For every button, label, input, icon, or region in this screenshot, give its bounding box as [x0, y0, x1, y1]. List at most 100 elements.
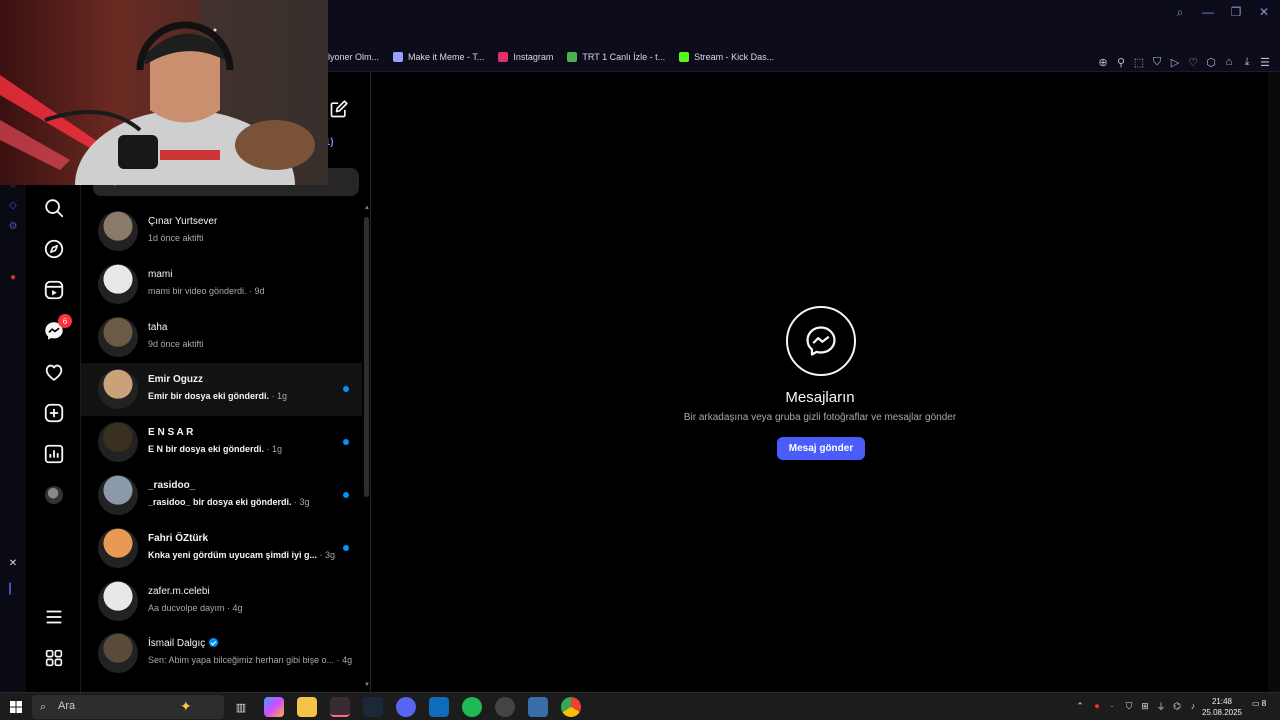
bookmark-item[interactable]: TRT 1 Canlı İzle - t...: [567, 52, 665, 62]
heart-icon[interactable]: ♡: [1186, 54, 1200, 70]
spotify-icon[interactable]: [462, 697, 482, 717]
conversation-preview-text: Knka yeni gördüm uyucam şimdi iyi g...: [148, 549, 318, 560]
sidebar-settings-icon[interactable]: ⚙: [6, 219, 20, 233]
conversation-name: zafer.m.celebi: [148, 586, 210, 597]
browser-app-icon[interactable]: [330, 697, 350, 717]
nav-dashboard[interactable]: [41, 441, 67, 467]
chrome-icon[interactable]: [561, 697, 581, 717]
play-icon[interactable]: ▷: [1168, 54, 1182, 70]
download-icon[interactable]: ⤓: [1240, 54, 1254, 70]
profile-avatar[interactable]: [45, 486, 63, 504]
close-icon[interactable]: ✕: [1256, 4, 1272, 20]
conversation-name-text: taha: [148, 321, 168, 333]
cube-icon[interactable]: ⬡: [1204, 54, 1218, 70]
shield-icon[interactable]: ⛉: [1150, 54, 1164, 70]
conversation-name-text: İsmail Dalgıç: [148, 638, 206, 650]
bookmark-item[interactable]: ilyoner Olm...: [326, 52, 379, 62]
lock-icon[interactable]: ⌂: [1222, 54, 1236, 70]
wifi-icon[interactable]: ⌬: [1171, 700, 1183, 712]
maximize-icon[interactable]: ❐: [1228, 4, 1244, 20]
nav-search[interactable]: [41, 195, 67, 221]
conversation-item[interactable]: mami mami bir video gönderdi. · 9d: [81, 258, 362, 311]
steam-icon[interactable]: [363, 697, 383, 717]
file-explorer-icon[interactable]: [297, 697, 317, 717]
conversation-name-text: _rasidoo_: [148, 479, 196, 491]
pin-icon[interactable]: ⚲: [1114, 54, 1128, 70]
nav-notifications[interactable]: [41, 359, 67, 385]
sidebar-puzzle-icon[interactable]: ◇: [6, 198, 20, 212]
tray-shield-icon[interactable]: ⛉: [1123, 700, 1135, 712]
send-message-button[interactable]: Mesaj gönder: [777, 437, 865, 460]
conversation-name-text: E N S A R: [148, 427, 194, 439]
conversation-list: Çınar Yurtsever 1d önce aktifti mami mami b…: [81, 205, 362, 692]
scroll-down-icon[interactable]: ▼: [364, 682, 370, 688]
sparkle-icon: ✦: [180, 698, 192, 714]
bookmark-item[interactable]: Instagram: [498, 52, 553, 62]
nav-more[interactable]: [41, 604, 67, 630]
webcam-overlay: [0, 0, 328, 185]
search-icon[interactable]: ⌕: [1172, 4, 1188, 20]
microphone-icon[interactable]: ⏚: [1155, 700, 1167, 712]
copilot-icon[interactable]: [264, 697, 284, 717]
windows-start-icon[interactable]: [10, 701, 22, 713]
conversation-name: Emir Oguzz: [148, 374, 203, 385]
bookmark-item[interactable]: Make it Meme - T...: [393, 52, 484, 62]
nav-messages[interactable]: 6: [41, 314, 72, 344]
conversation-time: · 4g: [334, 655, 353, 666]
notification-center[interactable]: ▭ 8: [1252, 699, 1268, 713]
unread-dot: [343, 386, 349, 393]
taskbar-date: 25.08.2025: [1201, 708, 1243, 717]
taskbar-search[interactable]: Ara: [32, 695, 224, 719]
scroll-thumb[interactable]: [364, 217, 369, 497]
conversation-preview: Emir bir dosya eki gönderdi. · 1g: [148, 391, 287, 401]
conversation-item[interactable]: _rasidoo_ _rasidoo_ bir dosya eki gönderd…: [81, 469, 362, 522]
conversation-preview-text: 1d önce aktifti: [148, 233, 204, 243]
mic-muted-icon[interactable]: ⏺: [1091, 700, 1103, 712]
scroll-up-icon[interactable]: ▲: [364, 205, 370, 211]
grid-icon: [45, 649, 63, 667]
conversation-time: · 9d: [246, 285, 265, 296]
messenger-circle-icon: [786, 306, 856, 376]
outlook-icon[interactable]: [429, 697, 449, 717]
tray-network-icon[interactable]: ⊞: [1139, 700, 1151, 712]
conversation-preview: 1d önce aktifti: [148, 233, 204, 243]
obs-icon[interactable]: [495, 697, 515, 717]
nav-reels[interactable]: [41, 277, 67, 303]
conversation-item[interactable]: Fahri ÖZtürk Knka yeni gördüm uyucam şimd…: [81, 522, 362, 575]
app-icon[interactable]: [528, 697, 548, 717]
conversation-avatar: [98, 527, 138, 568]
conversation-item[interactable]: zafer.m.celebi Aa ducvolpe dayım · 4g: [81, 575, 362, 628]
conversation-scrollbar[interactable]: ▲ ▼: [364, 205, 370, 690]
conversation-item[interactable]: Çınar Yurtsever 1d önce aktifti: [81, 205, 362, 258]
zoom-icon[interactable]: ⊕: [1096, 54, 1110, 70]
conversation-name-text: Fahri ÖZtürk: [148, 532, 209, 544]
sidebar-close-icon[interactable]: ✕: [6, 556, 20, 570]
nav-explore[interactable]: [41, 236, 67, 262]
task-view-icon[interactable]: ▥: [231, 697, 251, 717]
sidebar-extra-icon[interactable]: ▎: [6, 582, 20, 596]
conversation-item[interactable]: taha 9d önce aktifti: [81, 311, 362, 364]
screenshot-icon[interactable]: ⬚: [1132, 54, 1146, 70]
nav-create[interactable]: [41, 400, 67, 426]
empty-state-subtitle: Bir arkadaşına veya gruba gizli fotoğraf…: [683, 412, 957, 423]
tray-app-icon[interactable]: ·: [1106, 700, 1118, 712]
compose-icon[interactable]: [329, 99, 349, 119]
bookmark-label: Make it Meme - T...: [408, 52, 485, 62]
minimize-icon[interactable]: —: [1200, 4, 1216, 20]
volume-icon[interactable]: ♪: [1187, 700, 1199, 712]
tray-chevron-icon[interactable]: ⌃: [1074, 700, 1086, 712]
message-view: Mesajların Bir arkadaşına veya gruba giz…: [372, 72, 1268, 692]
taskbar-clock[interactable]: 21:48 25.08.2025: [1200, 696, 1244, 718]
sidebar-record-icon[interactable]: ●: [6, 270, 20, 284]
conversation-item[interactable]: İsmail Dalgıç Sen: Abim yapa bilceğimiz h…: [81, 627, 362, 680]
bookmark-item[interactable]: Stream - Kick Das...: [679, 52, 774, 62]
nav-apps[interactable]: [41, 645, 67, 671]
conversation-item[interactable]: Emir Oguzz Emir bir dosya eki gönderdi. ·…: [81, 363, 362, 417]
bookmark-favicon-icon: [393, 52, 404, 62]
chart-icon: [44, 444, 64, 464]
conversation-name: Fahri ÖZtürk: [148, 533, 208, 544]
conversation-avatar: [98, 263, 138, 304]
conversation-item[interactable]: E N S A R E N bir dosya eki gönderdi. · 1…: [81, 416, 362, 469]
menu-icon[interactable]: ☰: [1258, 54, 1272, 70]
discord-icon[interactable]: [396, 697, 416, 717]
